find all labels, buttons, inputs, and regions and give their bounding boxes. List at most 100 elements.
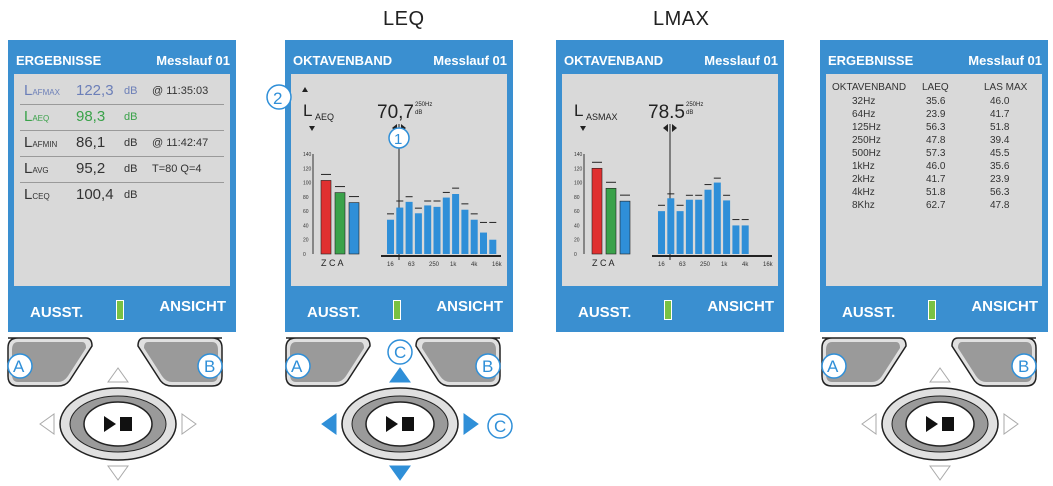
- pad-middle-ring: [351, 395, 449, 453]
- band-bar: [433, 206, 441, 254]
- button-b-inner: [144, 342, 218, 382]
- band-bar: [424, 205, 432, 254]
- x-tick-label: 16k: [492, 262, 503, 268]
- octave-screen-lmax: OKTAVENBAND Messlauf 01 L ASMAX 78.5 250Hz d…: [556, 40, 784, 332]
- stop-icon: [942, 417, 954, 431]
- y-tick-label: 20: [574, 238, 580, 244]
- y-tick-label: 100: [574, 181, 583, 187]
- band-bar: [414, 213, 422, 254]
- table-cell-a: 41.7: [926, 174, 946, 185]
- weight-bar-c: [605, 187, 617, 255]
- screen-header: ERGEBNISSE Messlauf 01: [8, 40, 236, 78]
- band-bar: [405, 201, 413, 254]
- reading-unit-top: 250Hz: [415, 102, 432, 108]
- band-bar: [396, 207, 404, 254]
- y-tick-label: 80: [303, 195, 309, 201]
- table-cell-a: 57.3: [926, 148, 946, 159]
- param-value: 86,1: [76, 134, 106, 151]
- result-row: LAVG 95,2 dB T=80 Q=4: [24, 160, 202, 177]
- screen-footer: AUSST. ANSICHT: [820, 286, 1048, 332]
- y-tick-label: 100: [303, 181, 312, 187]
- weight-bar-c: [334, 192, 346, 255]
- param-letter: L: [303, 101, 312, 120]
- screen-header: OKTAVENBAND Messlauf 01: [556, 40, 784, 78]
- callout-c-right-circle: [487, 413, 513, 439]
- screen-title: ERGEBNISSE: [828, 53, 914, 68]
- battery-icon: [928, 300, 936, 320]
- down-arrow-icon: [580, 126, 586, 131]
- play-stop-button: [365, 401, 435, 447]
- octave-table: OKTAVENBAND LAEQ LAS MAX 32Hz 35.6 46.0 64H…: [826, 74, 1042, 286]
- table-cell-a: 47.8: [926, 135, 946, 146]
- play-icon: [386, 416, 398, 432]
- band-bar: [732, 225, 740, 254]
- softkey-left-label: AUSST.: [307, 304, 361, 321]
- softkey-left-label: AUSST.: [30, 304, 84, 321]
- button-a-inner: [826, 342, 900, 382]
- down-arrow-icon: [309, 126, 315, 131]
- y-tick-label: 140: [574, 152, 583, 158]
- param-sub: AFMAX: [32, 88, 60, 97]
- col-lasmax-header: LAS MAX: [984, 82, 1028, 93]
- results-list: LAFMAX 122,3 dB @ 11:35:03 LAEQ 98,3 dB LAFMIN 8…: [14, 74, 230, 286]
- table-cell-b: 56.3: [990, 187, 1010, 198]
- y-tick-label: 0: [303, 252, 306, 258]
- battery-icon: [116, 300, 124, 320]
- reading-unit-bottom: dB: [415, 110, 422, 116]
- band-bar: [741, 225, 749, 254]
- button-a-label: A: [13, 357, 25, 376]
- y-tick-label: 80: [574, 195, 580, 201]
- table-cell-b: 35.6: [990, 161, 1010, 172]
- y-tick-label: 0: [574, 252, 577, 258]
- param-sub: AVG: [32, 166, 49, 175]
- param-extra: @ 11:42:47: [152, 137, 209, 149]
- y-tick-label: 120: [303, 166, 312, 172]
- param-sub: AEQ: [315, 112, 334, 122]
- band-bar: [676, 211, 684, 254]
- band-bar: [480, 232, 487, 254]
- x-tick-label: 63: [679, 262, 686, 268]
- pad-outer-ring: [59, 387, 177, 461]
- weights-label: Z C A: [321, 258, 344, 268]
- row-divider: [20, 130, 224, 131]
- y-tick-label: 60: [574, 209, 580, 215]
- band-bar: [723, 200, 731, 254]
- x-tick-label: 250: [429, 262, 440, 268]
- param-extra: T=80 Q=4: [152, 163, 202, 175]
- up-arrow-icon: [107, 367, 129, 383]
- x-tick-label: 16: [658, 262, 665, 268]
- param-sub: AFMIN: [32, 140, 58, 149]
- softkey-right-label: ANSICHT: [707, 298, 774, 315]
- x-tick-label: 1k: [450, 262, 457, 268]
- button-a-shape: [7, 337, 93, 387]
- table-cell-b: 23.9: [990, 174, 1010, 185]
- screen-header: OKTAVENBAND Messlauf 01: [285, 40, 513, 78]
- run-label: Messlauf 01: [704, 53, 778, 68]
- octave-screen-leq: OKTAVENBAND Messlauf 01 L AEQ 70,7 250Hz dB 1…: [285, 40, 513, 332]
- weight-bar-z: [320, 180, 332, 255]
- table-cell-band: 1kHz: [852, 161, 875, 172]
- param-sub: AEQ: [32, 114, 50, 123]
- reading-unit-bottom: dB: [686, 110, 693, 116]
- play-icon: [104, 416, 116, 432]
- band-bar: [442, 197, 450, 254]
- run-label: Messlauf 01: [156, 53, 230, 68]
- result-row: LAFMAX 122,3 dB @ 11:35:03: [24, 82, 208, 99]
- heading-leq: LEQ: [383, 8, 425, 30]
- param-value: 100,4: [76, 186, 114, 203]
- param-extra: @ 11:35:03: [152, 85, 209, 97]
- table-cell-a: 46.0: [926, 161, 946, 172]
- param-unit: dB: [124, 85, 138, 97]
- button-b-label: B: [204, 357, 215, 376]
- run-label: Messlauf 01: [968, 53, 1042, 68]
- screen-header: ERGEBNISSE Messlauf 01: [820, 40, 1048, 78]
- left-arrow-icon: [39, 413, 55, 435]
- button-a-circle: [821, 353, 847, 379]
- pad-middle-ring: [69, 395, 167, 453]
- button-b-label: B: [1018, 357, 1029, 376]
- octave-chart-area: L ASMAX 78.5 250Hz dB 140 120 100 80 60 40 20 0 Z C A…: [562, 74, 778, 286]
- play-stop-button: [83, 401, 153, 447]
- x-tick-label: 4k: [742, 262, 749, 268]
- pad-middle-ring: [891, 395, 989, 453]
- y-tick-label: 60: [303, 209, 309, 215]
